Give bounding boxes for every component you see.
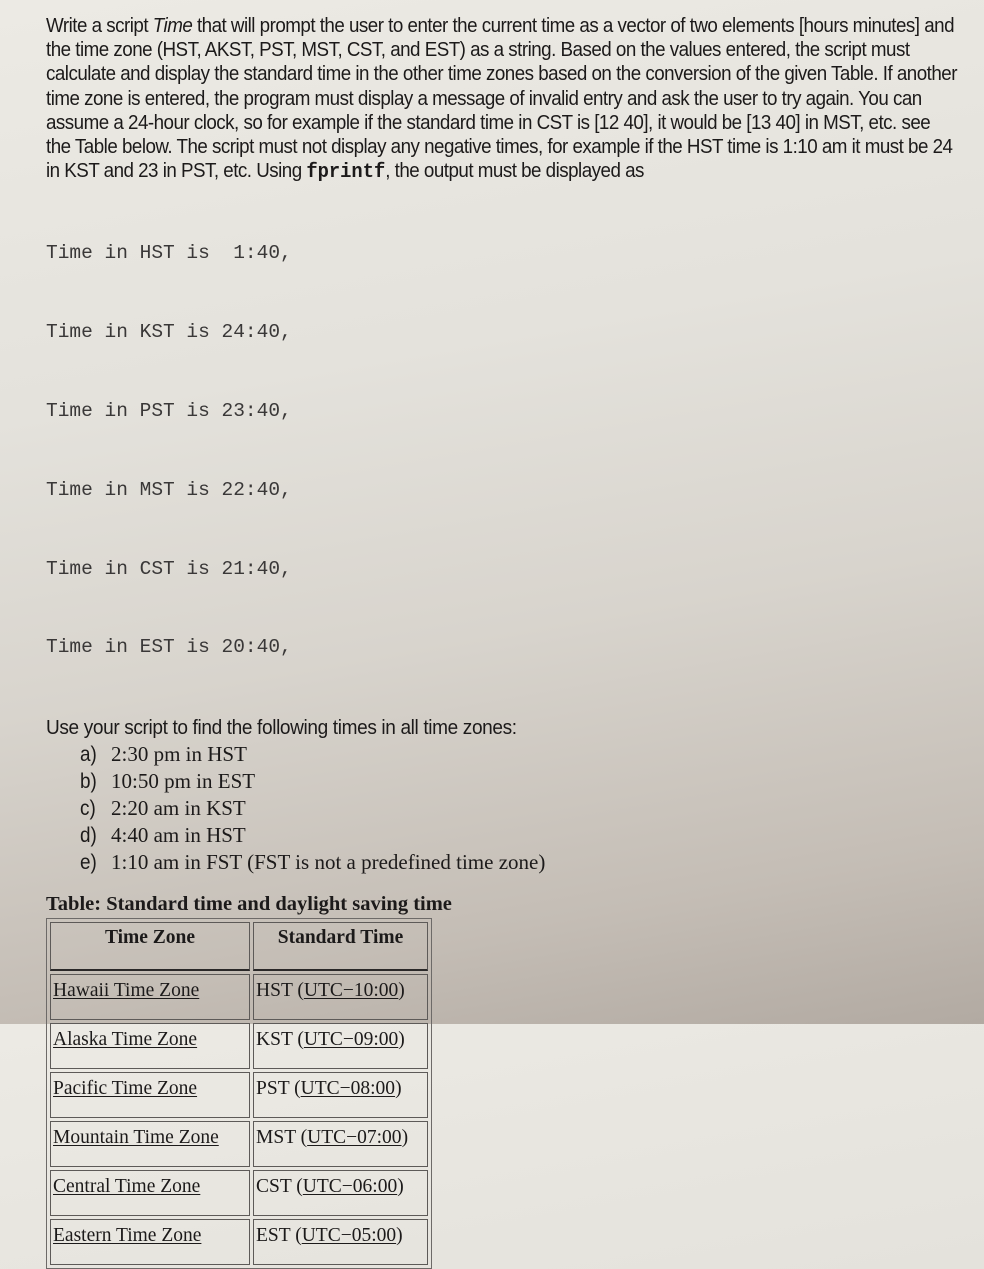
utc-link[interactable]: UTC−07:00 — [307, 1127, 401, 1148]
task-item: c) 2:20 am in KST — [80, 795, 966, 822]
script-name: Time — [152, 15, 193, 37]
time-zone-table: Time Zone Standard Time Hawaii Time Zone… — [46, 918, 432, 1269]
task-label: a) — [80, 743, 97, 767]
header-standard-time: Standard Time — [253, 922, 428, 972]
document-page: Write a script Time that will prompt the… — [46, 14, 966, 1269]
intro-text: Write a script — [46, 15, 153, 37]
tasks-intro: Use your script to find the following ti… — [46, 716, 517, 740]
zone-link[interactable]: Eastern Time Zone — [53, 1225, 201, 1246]
task-text: 1:10 am in FST (FST is not a predefined … — [111, 850, 546, 875]
zone-abbr: KST ( — [256, 1029, 304, 1051]
utc-link[interactable]: UTC−05:00 — [302, 1225, 396, 1246]
paren: ) — [398, 1029, 405, 1051]
table-title: Table: Standard time and daylight saving… — [46, 893, 452, 916]
task-item: b) 10:50 pm in EST — [80, 768, 966, 795]
paren: ) — [396, 1225, 403, 1247]
sample-output: Time in HST is 1:40, Time in KST is 24:4… — [46, 187, 966, 713]
paren: ) — [395, 1078, 402, 1100]
zone-abbr: CST ( — [256, 1176, 303, 1198]
task-item: e) 1:10 am in FST (FST is not a predefine… — [80, 849, 966, 876]
utc-link[interactable]: UTC−06:00 — [303, 1176, 397, 1197]
utc-link[interactable]: UTC−09:00 — [304, 1029, 398, 1050]
output-line: Time in PST is 23:40, — [46, 399, 292, 422]
task-text: 10:50 pm in EST — [111, 769, 256, 794]
table-row: Eastern Time Zone EST (UTC−05:00) — [50, 1219, 428, 1266]
output-line: Time in MST is 22:40, — [46, 478, 292, 501]
table-row: Alaska Time Zone KST (UTC−09:00) — [50, 1023, 428, 1070]
utc-link[interactable]: UTC−10:00 — [304, 980, 398, 1001]
task-list: a) 2:30 pm in HST b) 10:50 pm in EST c) 2:2… — [46, 741, 966, 876]
task-text: 4:40 am in HST — [111, 823, 246, 848]
output-line: Time in KST is 24:40, — [46, 320, 292, 343]
zone-link[interactable]: Alaska Time Zone — [53, 1029, 197, 1050]
table-row: Pacific Time Zone PST (UTC−08:00) — [50, 1072, 428, 1119]
zone-link[interactable]: Hawaii Time Zone — [53, 980, 199, 1001]
header-time-zone: Time Zone — [50, 922, 251, 972]
zone-abbr: HST ( — [256, 980, 304, 1002]
zone-link[interactable]: Central Time Zone — [53, 1176, 200, 1197]
output-line: Time in EST is 20:40, — [46, 636, 292, 659]
table-row: Central Time Zone CST (UTC−06:00) — [50, 1170, 428, 1217]
problem-statement: Write a script Time that will prompt the… — [46, 14, 957, 185]
zone-link[interactable]: Pacific Time Zone — [53, 1078, 197, 1099]
task-label: b) — [80, 770, 97, 794]
task-text: 2:20 am in KST — [111, 796, 246, 821]
paren: ) — [401, 1127, 409, 1149]
task-item: d) 4:40 am in HST — [80, 822, 966, 849]
paren: ) — [397, 1176, 404, 1198]
task-label: d) — [80, 824, 97, 848]
zone-link[interactable]: Mountain Time Zone — [53, 1127, 219, 1148]
intro-text-end: , the output must be displayed as — [385, 160, 644, 183]
table-row: Mountain Time Zone MST (UTC−07:00) — [50, 1121, 428, 1168]
intro-text-body: that will prompt the user to enter the c… — [46, 15, 957, 183]
table-header-row: Time Zone Standard Time — [50, 922, 428, 972]
output-line: Time in CST is 21:40, — [46, 557, 292, 580]
paren: ) — [398, 980, 405, 1002]
fprintf-keyword: fprintf — [306, 161, 386, 185]
task-text: 2:30 pm in HST — [111, 742, 247, 767]
table-row: Hawaii Time Zone HST (UTC−10:00) — [50, 974, 428, 1021]
utc-link[interactable]: UTC−08:00 — [301, 1078, 395, 1099]
zone-abbr: PST ( — [256, 1078, 301, 1100]
zone-abbr: MST ( — [256, 1127, 308, 1149]
task-label: c) — [80, 797, 96, 821]
task-label: e) — [80, 851, 97, 875]
zone-abbr: EST ( — [256, 1225, 302, 1247]
task-item: a) 2:30 pm in HST — [80, 741, 966, 768]
output-line: Time in HST is 1:40, — [46, 242, 292, 265]
